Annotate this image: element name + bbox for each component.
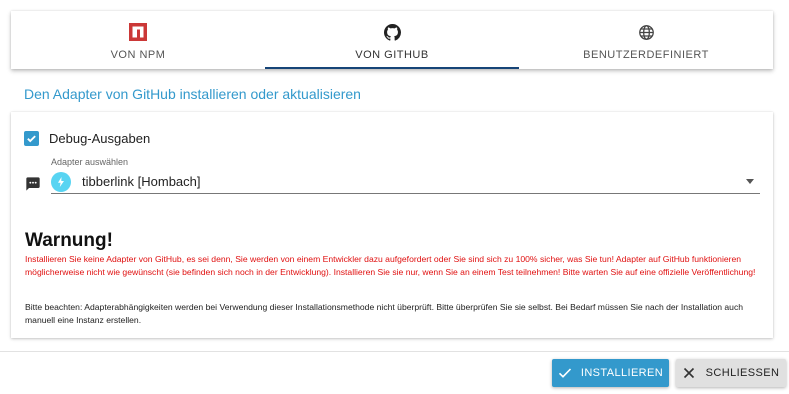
- adapter-select-value: tibberlink [Hombach]: [82, 174, 201, 189]
- install-card: Debug-Ausgaben Adapter auswählen tibberl…: [11, 112, 773, 338]
- source-tabs: VON NPM VON GITHUB BENUTZERDEFINIERT: [11, 11, 773, 69]
- tab-label: VON GITHUB: [355, 49, 429, 61]
- adapter-logo-icon: [51, 171, 71, 192]
- debug-label: Debug-Ausgaben: [49, 131, 151, 146]
- tab-label: BENUTZERDEFINIERT: [583, 49, 709, 61]
- adapter-select-label: Adapter auswählen: [51, 157, 129, 167]
- install-button[interactable]: INSTALLIEREN: [552, 359, 669, 387]
- tab-github[interactable]: VON GITHUB: [265, 11, 519, 69]
- close-icon: [683, 366, 697, 380]
- globe-icon: [637, 23, 655, 41]
- tab-custom[interactable]: BENUTZERDEFINIERT: [519, 11, 773, 69]
- adapter-select[interactable]: tibberlink [Hombach]: [51, 170, 760, 194]
- github-icon: [383, 23, 401, 41]
- close-button-label: SCHLIESSEN: [705, 367, 780, 379]
- install-button-label: INSTALLIEREN: [580, 367, 664, 379]
- check-icon: [558, 366, 572, 380]
- dropdown-arrow-icon: [746, 179, 754, 184]
- check-icon: [27, 135, 36, 143]
- footer-divider: [0, 351, 789, 352]
- tab-label: VON NPM: [110, 49, 166, 61]
- npm-icon: [129, 23, 147, 41]
- message-icon: [25, 176, 41, 192]
- tab-npm[interactable]: VON NPM: [11, 11, 265, 69]
- note-text: Bitte beachten: Adapterabhängigkeiten we…: [25, 302, 744, 325]
- debug-checkbox[interactable]: [24, 131, 39, 146]
- warning-text: Installieren Sie keine Adapter von GitHu…: [25, 254, 756, 277]
- page-subtitle: Den Adapter von GitHub installieren oder…: [24, 86, 361, 102]
- close-button[interactable]: SCHLIESSEN: [676, 359, 786, 387]
- debug-option[interactable]: Debug-Ausgaben: [24, 131, 150, 146]
- warning-title: Warnung!: [25, 230, 113, 251]
